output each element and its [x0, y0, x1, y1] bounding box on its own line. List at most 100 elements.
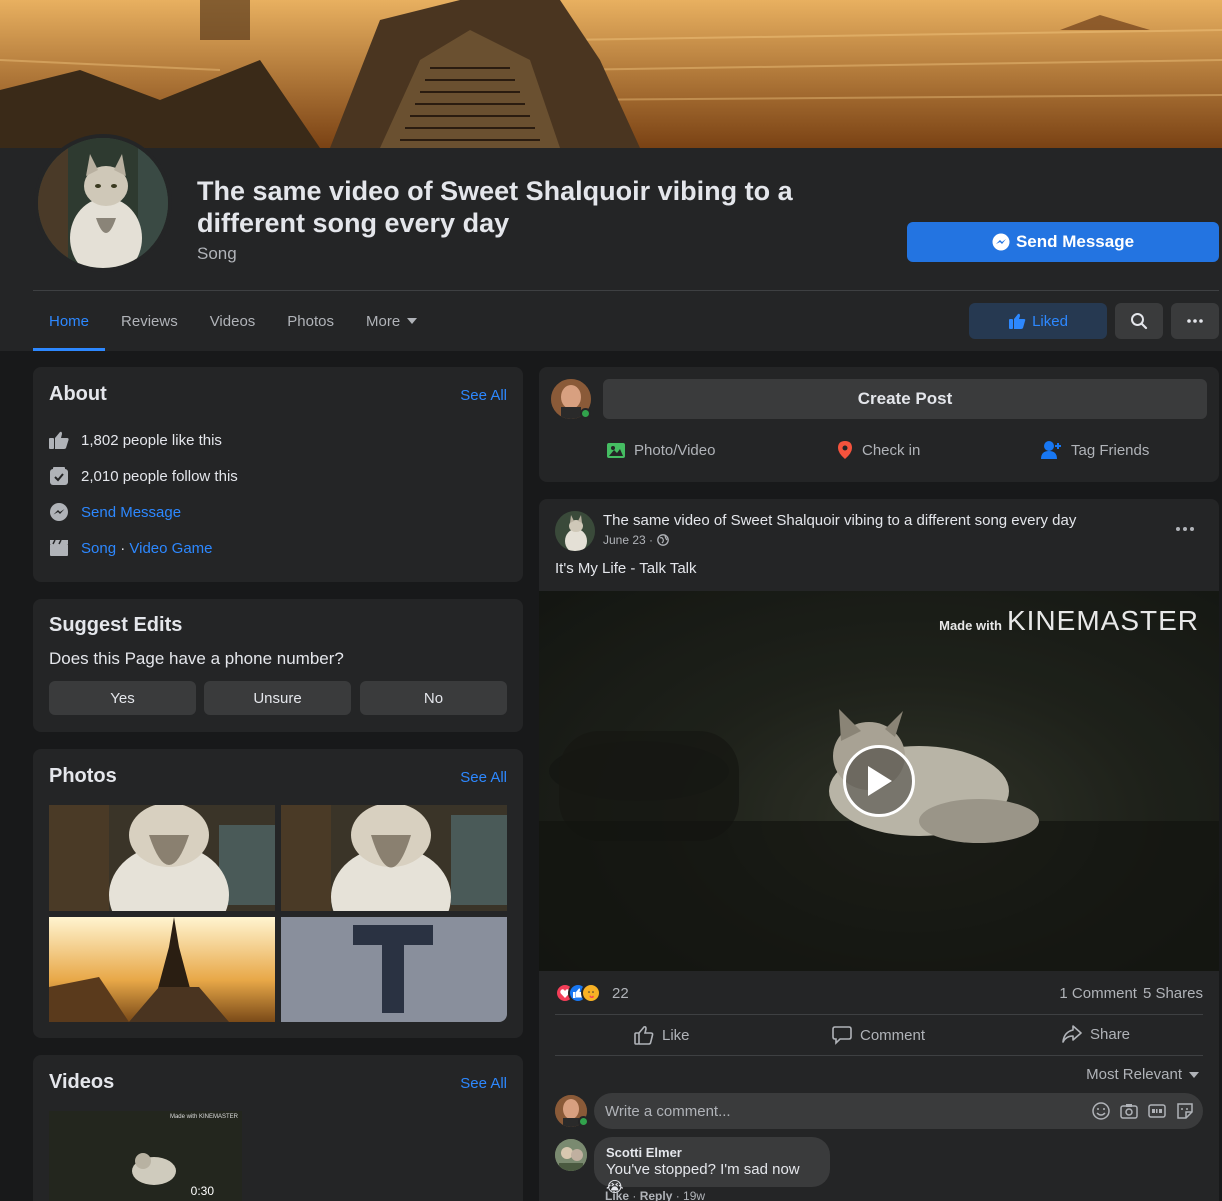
page-category[interactable]: Song: [197, 244, 237, 264]
check-in-label: Check in: [862, 441, 921, 459]
category-row: Song · Video Game: [49, 538, 213, 558]
engagement-counts: 1 Comment 5 Shares: [1059, 985, 1203, 1002]
photos-see-all-link[interactable]: See All: [460, 769, 507, 786]
share-arrow-icon: [1062, 1025, 1082, 1043]
comment-button[interactable]: Comment: [832, 1025, 925, 1045]
play-icon: [868, 766, 892, 796]
search-button[interactable]: [1115, 303, 1163, 339]
category-video-game-link[interactable]: Video Game: [129, 540, 212, 557]
sticker-icon[interactable]: [1175, 1101, 1195, 1121]
likes-row: 1,802 people like this: [49, 430, 222, 450]
comment-like-link[interactable]: Like: [605, 1189, 629, 1201]
suggest-edits-card: Suggest Edits Does this Page have a phon…: [33, 599, 523, 732]
like-label: Like: [662, 1026, 690, 1044]
play-button[interactable]: [843, 745, 915, 817]
messenger-icon: [992, 233, 1010, 251]
online-status-indicator: [580, 408, 591, 419]
tag-friends-label: Tag Friends: [1071, 441, 1150, 459]
post-timestamp[interactable]: June 23 ·: [603, 533, 669, 547]
camera-icon[interactable]: [1119, 1101, 1139, 1121]
comment-meta-separator: ·: [629, 1189, 640, 1201]
share-button[interactable]: Share: [1062, 1025, 1130, 1043]
category-song-link[interactable]: Song: [81, 540, 116, 557]
comment-age[interactable]: 19w: [683, 1189, 705, 1201]
photo-icon: [607, 443, 625, 458]
comment-count-link[interactable]: 1 Comment: [1059, 985, 1137, 1002]
watermark-small-text: Made with: [939, 618, 1002, 633]
tag-friends-button[interactable]: Tag Friends: [1041, 440, 1149, 460]
comment-author-avatar[interactable]: [555, 1139, 587, 1171]
watermark-brand-text: KINEMASTER: [1006, 605, 1199, 636]
comment-input[interactable]: Write a comment...: [594, 1093, 1203, 1129]
about-title: About: [49, 383, 107, 405]
gif-icon[interactable]: [1147, 1101, 1167, 1121]
comment-author-name[interactable]: Scotti Elmer: [606, 1145, 818, 1160]
comment-sort-dropdown[interactable]: Most Relevant: [1086, 1066, 1200, 1083]
search-icon: [1131, 313, 1148, 330]
share-count-link[interactable]: 5 Shares: [1143, 985, 1203, 1002]
sort-label: Most Relevant: [1086, 1066, 1182, 1083]
send-message-button[interactable]: Send Message: [907, 222, 1219, 262]
page-profile-picture[interactable]: [34, 134, 172, 272]
about-card: About See All 1,802 people like this 2,0…: [33, 367, 523, 582]
reaction-summary[interactable]: 22: [555, 983, 629, 1003]
letter-tile-stem: [382, 925, 404, 1013]
check-in-button[interactable]: Check in: [836, 440, 920, 460]
like-button[interactable]: Like: [634, 1025, 690, 1045]
photo-thumbnail-1[interactable]: [49, 805, 275, 911]
globe-icon: [657, 534, 669, 546]
no-button[interactable]: No: [360, 681, 507, 715]
tab-label: Reviews: [121, 312, 178, 330]
post-options-button[interactable]: [1169, 516, 1201, 542]
tab-photos[interactable]: Photos: [271, 291, 350, 351]
comment-meta: Like · Reply · 19w: [605, 1189, 705, 1201]
reaction-count: 22: [612, 984, 629, 1002]
tab-videos[interactable]: Videos: [194, 291, 272, 351]
yes-button[interactable]: Yes: [49, 681, 196, 715]
photos-title: Photos: [49, 765, 117, 787]
suggest-edits-title: Suggest Edits: [49, 614, 183, 636]
videos-see-all-link[interactable]: See All: [460, 1075, 507, 1092]
page-tabs: Home Reviews Videos Photos More: [33, 291, 434, 351]
tag-friends-icon: [1041, 441, 1061, 459]
photo-video-button[interactable]: Photo/Video: [606, 440, 715, 460]
comment-bubble: Scotti Elmer You've stopped? I'm sad now…: [594, 1137, 830, 1196]
page-title: The same video of Sweet Shalquoir vibing…: [197, 176, 793, 238]
send-message-row[interactable]: Send Message: [49, 502, 181, 522]
comment-meta-separator: ·: [672, 1189, 684, 1201]
follows-row: 2,010 people follow this: [49, 466, 238, 486]
photo-thumbnail-4[interactable]: T: [281, 917, 507, 1022]
liked-button[interactable]: Liked: [969, 303, 1107, 339]
video-thumbnail[interactable]: Made with KINEMASTER 0:30: [49, 1111, 242, 1201]
cover-photo[interactable]: [0, 0, 1222, 148]
thumbs-up-icon: [49, 430, 69, 450]
post-video[interactable]: Made with KINEMASTER: [539, 591, 1219, 971]
emoji-icon[interactable]: [1091, 1101, 1111, 1121]
tab-home[interactable]: Home: [33, 291, 106, 351]
comment-reply-link[interactable]: Reply: [640, 1189, 673, 1201]
video-thumbnail-watermark: Made with KINEMASTER: [169, 1114, 238, 1120]
photo-thumbnail-3[interactable]: [49, 917, 275, 1022]
comment-placeholder: Write a comment...: [605, 1102, 731, 1120]
post-author-avatar[interactable]: [555, 511, 595, 551]
liked-label: Liked: [1032, 312, 1068, 330]
more-options-button[interactable]: [1171, 303, 1219, 339]
create-post-button[interactable]: Create Post: [603, 379, 1207, 419]
caret-down-icon: [1189, 1071, 1199, 1078]
tab-reviews[interactable]: Reviews: [105, 291, 194, 351]
likes-count: 1,802 people like this: [81, 431, 222, 449]
post-author-name[interactable]: The same video of Sweet Shalquoir vibing…: [603, 512, 1076, 529]
photo-thumbnail-2[interactable]: [281, 805, 507, 911]
kinemaster-watermark: Made with KINEMASTER: [939, 605, 1199, 637]
actions-bottom-divider: [555, 1055, 1203, 1056]
post-date-text: June 23 ·: [603, 533, 654, 547]
tab-more[interactable]: More: [350, 291, 434, 351]
share-label: Share: [1090, 1025, 1131, 1043]
send-message-link[interactable]: Send Message: [81, 504, 181, 521]
follow-check-icon: [49, 466, 69, 486]
video-duration: 0:30: [190, 1184, 214, 1198]
thumbs-up-icon: [1009, 313, 1026, 329]
unsure-button[interactable]: Unsure: [204, 681, 351, 715]
caret-down-icon: [407, 318, 418, 324]
about-see-all-link[interactable]: See All: [460, 387, 507, 404]
